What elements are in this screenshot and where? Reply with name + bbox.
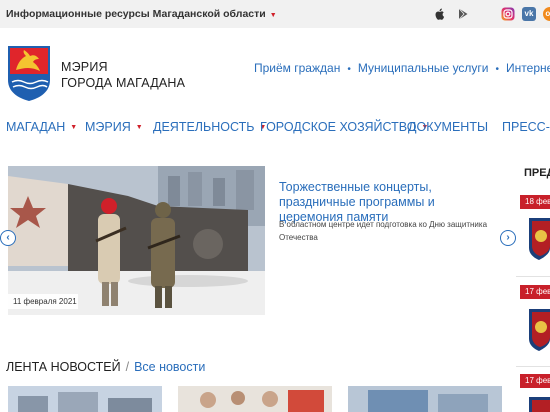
nav-label: ДОКУМЕНТЫ [408, 120, 489, 134]
instagram-icon[interactable] [501, 7, 515, 21]
regional-resources-label: Информационные ресурсы Магаданской облас… [6, 8, 266, 20]
news-photo-illustration [178, 386, 332, 412]
top-bar: Информационные ресурсы Магаданской облас… [0, 0, 550, 28]
apple-icon[interactable] [433, 7, 447, 21]
vk-label: vk [524, 9, 534, 18]
nav-label: МАГАДАН [6, 120, 66, 134]
event-date-badge: 17 фев [520, 285, 550, 299]
news-feed-header: ЛЕНТА НОВОСТЕЙ / Все новости [6, 360, 205, 374]
link-municipal-services[interactable]: Муниципальные услуги [358, 61, 489, 75]
divider [516, 276, 550, 277]
link-separator: • [347, 64, 351, 75]
site-brand[interactable]: МЭРИЯ ГОРОДА МАГАДАНА [61, 59, 185, 91]
nav-label: МЭРИЯ [85, 120, 131, 134]
chevron-right-icon[interactable]: › [500, 230, 516, 246]
nav-label: ДЕЯТЕЛЬНОСТЬ [153, 120, 255, 134]
event-date-badge: 18 фев [520, 195, 550, 209]
caret-down-icon: ▼ [135, 124, 143, 131]
odnoklassniki-icon[interactable]: ok [543, 7, 550, 21]
event-date-badge: 17 фев [520, 374, 550, 388]
nav-item-documents[interactable]: ДОКУМЕНТЫ [408, 120, 488, 134]
news-thumbnail[interactable] [178, 386, 332, 412]
vk-icon[interactable]: vk [522, 7, 536, 21]
news-photo-illustration [8, 386, 162, 412]
dropdown-caret-icon: ▼ [269, 12, 277, 19]
google-play-icon[interactable] [456, 7, 470, 21]
nav-item-press-center[interactable]: ПРЕСС-ЦЕН [502, 120, 550, 134]
nav-item-city-economy[interactable]: ГОРОДСКОЕ ХОЗЯЙСТВО ▼ [260, 120, 428, 134]
news-thumbnail[interactable] [8, 386, 162, 412]
regional-resources-dropdown[interactable]: Информационные ресурсы Магаданской облас… [6, 8, 277, 20]
monument-photo-illustration [8, 166, 265, 315]
nav-label: ПРЕСС-ЦЕН [502, 120, 550, 134]
link-separator: • [495, 64, 500, 75]
header-top-links: Приём граждан • Муниципальные услуги • Интер… [254, 61, 550, 75]
heading-separator: / [125, 360, 130, 374]
news-thumbnail[interactable] [348, 386, 502, 412]
brand-line-2: ГОРОДА МАГАДАНА [61, 76, 186, 90]
slide-summary: В областном центре идет подготовка ко Дн… [279, 220, 488, 242]
ok-label: ok [545, 9, 550, 18]
city-coat-of-arms-logo[interactable] [6, 44, 52, 102]
news-photo-illustration [348, 386, 502, 412]
nav-item-magadan[interactable]: МАГАДАН ▼ [6, 120, 77, 134]
brand-line-1: МЭРИЯ [61, 60, 108, 74]
all-news-link[interactable]: Все новости [134, 360, 205, 374]
police-emblem-icon[interactable] [527, 393, 550, 412]
divider [516, 366, 550, 367]
news-feed-title: ЛЕНТА НОВОСТЕЙ [6, 360, 121, 374]
link-reception[interactable]: Приём граждан [254, 61, 340, 75]
link-internet-reception[interactable]: Интернет-п [506, 61, 550, 75]
main-navigation: МАГАДАН ▼ МЭРИЯ ▼ ДЕЯТЕЛЬНОСТЬ ▼ ГОРОДСКОЕ … [0, 118, 550, 138]
nav-item-meria[interactable]: МЭРИЯ ▼ [85, 120, 143, 134]
right-column-title: ПРЕД [524, 167, 550, 179]
nav-item-activity[interactable]: ДЕЯТЕЛЬНОСТЬ ▼ [153, 120, 266, 134]
slide-photo[interactable] [8, 166, 265, 315]
police-emblem-icon[interactable] [527, 214, 550, 260]
caret-down-icon: ▼ [70, 124, 78, 131]
police-emblem-icon[interactable] [527, 305, 550, 351]
slide-date-badge: 11 февраля 2021 [8, 294, 78, 309]
nav-label: ГОРОДСКОЕ ХОЗЯЙСТВО [260, 120, 417, 134]
chevron-left-icon[interactable]: ‹ [0, 230, 16, 246]
